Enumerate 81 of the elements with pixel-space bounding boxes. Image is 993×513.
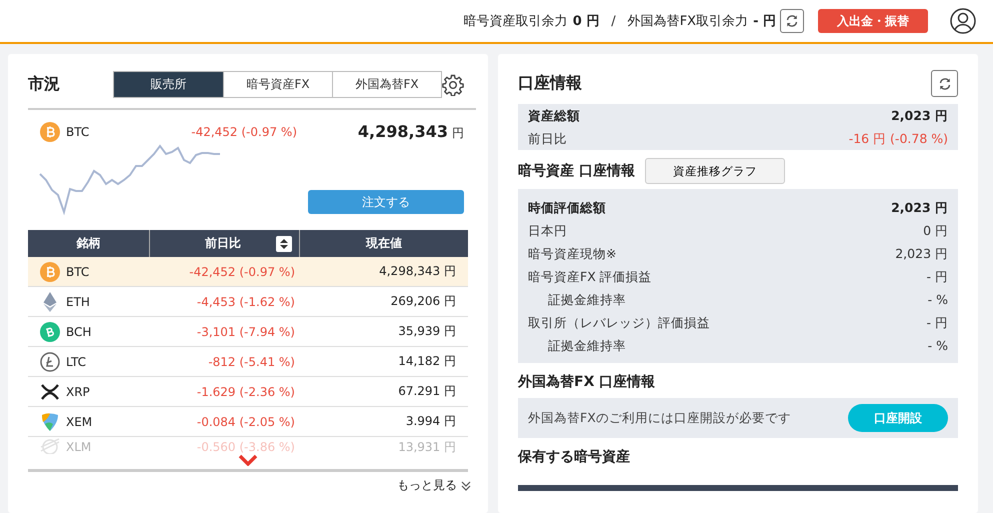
field-value: - % <box>928 337 948 355</box>
coin-symbol: BTC <box>66 264 90 278</box>
table-cell-text: 269,206 円 <box>390 293 457 310</box>
coin-symbol: BCH <box>66 324 92 338</box>
field-value: 0 円 <box>923 222 948 240</box>
field-value: -16 円 (-0.78 %) <box>848 130 948 148</box>
coin-icon <box>40 122 60 142</box>
table-row[interactable]: BTC -42,452 (-0.97 %) 4,298,343 円 <box>28 257 468 287</box>
table-cell-text: 3.994 円 <box>404 413 457 430</box>
currency-unit: 円 <box>452 125 464 142</box>
field-value: 2,023 円 <box>891 107 948 125</box>
tab[interactable]: 販売所 <box>114 72 223 97</box>
triangle-coin-icon <box>40 412 60 432</box>
refresh-button[interactable] <box>931 70 958 97</box>
table-cell-text: -1.629 (-2.36 %) <box>196 384 296 398</box>
more-link[interactable]: もっと見る <box>397 477 472 494</box>
double-chevron-icon <box>460 480 472 492</box>
coin-icon <box>40 262 60 282</box>
field-value: - 円 <box>926 268 948 286</box>
field-label: 証拠金維持率 <box>547 291 626 309</box>
notice-text: 外国為替FXのご利用には口座開設が必要です <box>528 410 791 426</box>
section-title: 市況 <box>28 74 61 95</box>
field-label: 証拠金維持率 <box>547 337 626 355</box>
fx-balance-label: 外国為替FX取引余力 <box>628 13 748 30</box>
coin-symbol: XLM <box>66 440 92 454</box>
field-label: 時価評価総額 <box>528 199 606 217</box>
coin-icon <box>40 352 60 372</box>
asset-graph-button[interactable]: 資産推移グラフ <box>644 158 785 184</box>
table-row[interactable]: LTC -812 (-5.41 %) 14,182 円 <box>28 347 468 377</box>
price-change: -42,452 (-0.97 %) <box>190 125 297 139</box>
coin-symbol: BTC <box>66 125 90 139</box>
field-value: 2,023 円 <box>895 245 948 263</box>
refresh-icon <box>938 76 952 90</box>
table-cell-text: -42,452 (-0.97 %) <box>188 264 296 278</box>
chevron-down-icon <box>238 454 258 466</box>
fx-balance-value: - 円 <box>753 13 776 30</box>
table-cell-text: -812 (-5.41 %) <box>207 354 296 368</box>
sort-icon[interactable] <box>276 236 292 252</box>
field-label: 資産総額 <box>528 107 580 125</box>
coin-symbol: XRP <box>66 384 90 398</box>
crypto-balance-label: 暗号資産取引余力 <box>464 13 568 30</box>
table-row[interactable]: ETH -4,453 (-1.62 %) 269,206 円 <box>28 287 468 317</box>
cross-icon <box>40 382 60 402</box>
table-row[interactable]: XEM -0.084 (-2.05 %) 3.994 円 <box>28 407 468 437</box>
refresh-button[interactable] <box>780 9 804 33</box>
section-title: 口座情報 <box>518 73 583 94</box>
table-cell-text: -3,101 (-7.94 %) <box>196 324 296 338</box>
coin-symbol: LTC <box>66 354 86 368</box>
field-value: - % <box>928 291 948 309</box>
user-icon[interactable] <box>950 8 976 34</box>
coin-symbol: ETH <box>66 294 90 308</box>
refresh-icon <box>785 14 799 28</box>
table-cell-text: -0.084 (-2.05 %) <box>196 414 296 428</box>
field-value: 2,023 円 <box>891 199 948 217</box>
section-title: 暗号資産 口座情報 <box>518 162 635 180</box>
table-cell-text: 4,298,343 円 <box>378 263 457 280</box>
table-cell-text: -4,453 (-1.62 %) <box>196 294 296 308</box>
separator: / <box>611 14 616 28</box>
settings-icon[interactable] <box>442 74 464 96</box>
table-row[interactable]: BCH -3,101 (-7.94 %) 35,939 円 <box>28 317 468 347</box>
field-label: 取引所（レバレッジ）評価損益 <box>528 314 710 332</box>
field-label: 暗号資産現物※ <box>528 245 616 263</box>
crypto-balance-value: 0 円 <box>572 13 600 30</box>
coin-symbol: XEM <box>66 414 92 428</box>
section-title: 外国為替FX 口座情報 <box>518 372 656 392</box>
field-label: 暗号資産FX 評価損益 <box>528 268 652 286</box>
field-label: 日本円 <box>528 222 567 240</box>
table-row[interactable]: XRP -1.629 (-2.36 %) 67.291 円 <box>28 377 468 407</box>
table-cell-text: -0.560 (-3.86 %) <box>196 440 296 454</box>
table-cell-text: 13,931 円 <box>397 438 457 454</box>
current-price: 4,298,343 <box>358 122 448 141</box>
section-title: 保有する暗号資産 <box>518 448 631 467</box>
coin-icon <box>40 322 60 342</box>
field-value: - 円 <box>926 314 948 332</box>
column-header: 銘柄 <box>75 235 102 252</box>
table-cell-text: 35,939 円 <box>397 323 457 340</box>
column-header: 前日比 <box>204 235 241 252</box>
field-label: 前日比 <box>528 130 567 148</box>
table-cell-text: 67.291 円 <box>397 383 457 400</box>
deposit-button[interactable]: 入出金・振替 <box>818 9 928 33</box>
table-cell-text: 14,182 円 <box>397 353 457 370</box>
